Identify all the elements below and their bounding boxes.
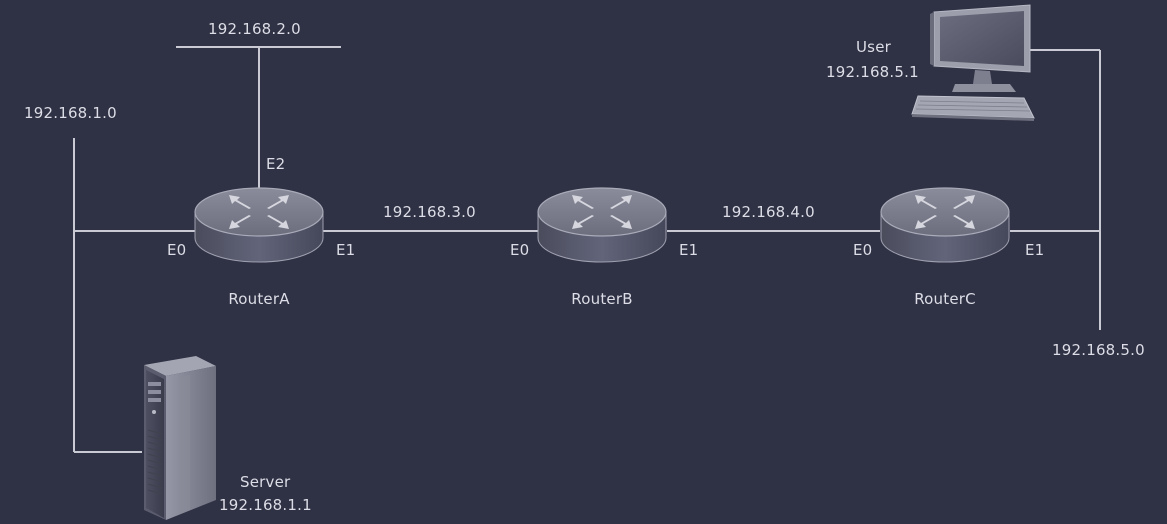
server-tower-icon — [144, 356, 216, 520]
network-diagram: 192.168.2.0 192.168.1.0 192.168.3.0 192.… — [0, 0, 1167, 524]
routerb-name: RouterB — [571, 290, 633, 308]
routera-e0-label: E0 — [167, 241, 187, 259]
routera-name: RouterA — [228, 290, 290, 308]
network-label-192-168-1-0: 192.168.1.0 — [24, 104, 117, 122]
routerb-icon — [537, 187, 667, 263]
routerb-e1-label: E1 — [679, 241, 699, 259]
routera-icon — [194, 187, 324, 263]
routerc-icon — [880, 187, 1010, 263]
user-name: User — [856, 38, 891, 56]
diagram-canvas — [73, 4, 1101, 520]
routerc-e0-label: E0 — [853, 241, 873, 259]
routerb-e0-label: E0 — [510, 241, 530, 259]
routerc-e1-label: E1 — [1025, 241, 1045, 259]
server-ip: 192.168.1.1 — [219, 496, 312, 514]
network-label-192-168-4-0: 192.168.4.0 — [722, 203, 815, 221]
network-label-192-168-3-0: 192.168.3.0 — [383, 203, 476, 221]
user-ip: 192.168.5.1 — [826, 63, 919, 81]
desktop-computer-icon — [911, 4, 1035, 121]
network-label-192-168-2-0: 192.168.2.0 — [208, 20, 301, 38]
routerc-name: RouterC — [914, 290, 976, 308]
routera-e2-label: E2 — [266, 155, 286, 173]
routera-e1-label: E1 — [336, 241, 356, 259]
server-name: Server — [240, 473, 291, 491]
network-label-192-168-5-0: 192.168.5.0 — [1052, 341, 1145, 359]
